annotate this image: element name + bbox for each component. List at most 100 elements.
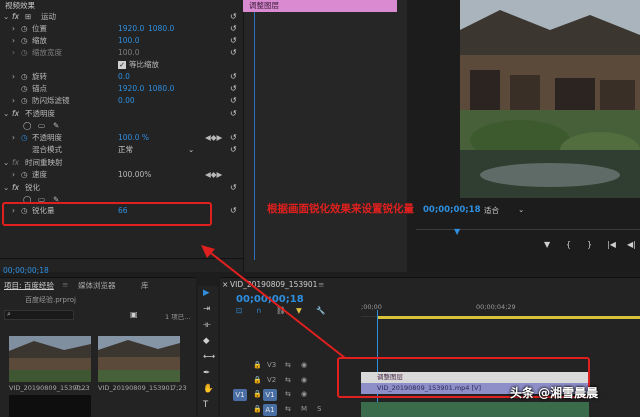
work-area-bar[interactable] bbox=[378, 316, 640, 319]
fit-select[interactable]: 适合 ⌄ bbox=[484, 205, 528, 216]
reset-icon[interactable]: ↺ bbox=[230, 95, 237, 107]
folder-icon[interactable]: ▣ bbox=[130, 310, 138, 319]
chevron-right-icon[interactable]: › bbox=[12, 23, 15, 35]
clip-thumbnail-1[interactable] bbox=[9, 336, 91, 382]
sync-icon[interactable]: ⇆ bbox=[285, 405, 291, 413]
lock-icon[interactable]: 🔒 bbox=[253, 390, 262, 398]
search-input[interactable]: ⌕ bbox=[4, 310, 74, 320]
sharpen-section[interactable]: ⌄ fx 锐化 ↺ bbox=[0, 182, 243, 194]
pen-tool-icon[interactable]: ✒ bbox=[203, 368, 210, 378]
adjustment-layer-bar[interactable]: 调整图层 bbox=[243, 0, 397, 12]
type-tool-icon[interactable]: T bbox=[203, 400, 208, 410]
audio-clip[interactable] bbox=[361, 402, 589, 417]
stopwatch-icon[interactable]: ◷ bbox=[21, 83, 28, 95]
chevron-right-icon[interactable]: › bbox=[12, 132, 15, 144]
keyframe-nav-icon[interactable]: ◀◆▶ bbox=[205, 132, 222, 144]
clip-thumbnail-2[interactable] bbox=[98, 336, 180, 382]
anchor-row: ◷ 锚点 1920.0 1080.0 ↺ bbox=[0, 83, 243, 95]
antiflicker-value[interactable]: 0.00 bbox=[118, 95, 135, 107]
effect-controls-timecode[interactable]: 00;00;00;18 bbox=[3, 266, 49, 275]
mute-icon[interactable]: M bbox=[301, 405, 307, 413]
reset-icon[interactable]: ↺ bbox=[230, 182, 237, 194]
track-header-a1: 🔒 A1 ⇆ M S bbox=[233, 402, 361, 417]
step-back-icon[interactable]: ◀| bbox=[627, 240, 636, 249]
scale-value[interactable]: 100.0 bbox=[118, 35, 139, 47]
blend-mode-select[interactable]: 正常 ⌄ bbox=[118, 144, 198, 156]
tab-overflow-icon[interactable]: ≡ bbox=[62, 280, 68, 289]
reset-icon[interactable]: ↺ bbox=[230, 83, 237, 95]
playhead-marker-icon[interactable]: ▼ bbox=[454, 227, 460, 236]
go-to-in-icon[interactable]: |◀ bbox=[607, 240, 616, 249]
expand-icon[interactable]: ⌄ bbox=[3, 182, 9, 194]
add-marker-icon[interactable]: ▼ bbox=[544, 240, 550, 249]
mark-out-icon[interactable]: } bbox=[587, 240, 592, 249]
opacity-value[interactable]: 100.0 % bbox=[118, 132, 149, 144]
expand-icon[interactable]: ⌄ bbox=[3, 11, 9, 23]
stopwatch-icon[interactable]: ◷ bbox=[21, 132, 28, 144]
rotation-value[interactable]: 0.0 bbox=[118, 71, 130, 83]
position-x-value[interactable]: 1920.0 bbox=[118, 23, 144, 35]
track-name[interactable]: A1 bbox=[263, 404, 277, 416]
expand-icon[interactable]: ⌄ bbox=[3, 157, 9, 169]
keyframe-nav-icon[interactable]: ◀◆▶ bbox=[205, 169, 222, 181]
position-y-value[interactable]: 1080.0 bbox=[148, 23, 174, 35]
ellipse-mask-icon[interactable]: ◯ bbox=[23, 120, 31, 132]
reset-icon[interactable]: ↺ bbox=[230, 35, 237, 47]
time-remap-section[interactable]: ⌄ fx 时间重映射 bbox=[0, 157, 243, 169]
mark-in-icon[interactable]: { bbox=[566, 240, 571, 249]
scale-label: 缩放 bbox=[32, 36, 47, 45]
sync-icon[interactable]: ⇆ bbox=[285, 376, 291, 384]
fx-icon[interactable]: fx bbox=[12, 108, 19, 120]
stopwatch-icon[interactable]: ◷ bbox=[21, 23, 28, 35]
reset-icon[interactable]: ↺ bbox=[230, 108, 237, 120]
tab-library[interactable]: 库 bbox=[141, 280, 149, 291]
lock-icon[interactable]: 🔒 bbox=[253, 405, 262, 413]
reset-icon[interactable]: ↺ bbox=[230, 205, 237, 217]
clip-thumbnail-3[interactable] bbox=[9, 395, 91, 417]
program-timecode[interactable]: 00;00;00;18 bbox=[423, 205, 481, 215]
thumbnail-image bbox=[9, 336, 91, 382]
source-target-v1[interactable]: V1 bbox=[233, 389, 247, 401]
chevron-right-icon[interactable]: › bbox=[12, 71, 15, 83]
stopwatch-icon[interactable]: ◷ bbox=[21, 95, 28, 107]
pen-mask-icon[interactable]: ✎ bbox=[53, 120, 59, 132]
uniform-scale-checkbox[interactable]: ✓ bbox=[118, 61, 126, 69]
motion-section[interactable]: ⌄ fx ⊞ 运动 ↺ bbox=[0, 11, 243, 23]
stopwatch-icon[interactable]: ◷ bbox=[21, 71, 28, 83]
speed-row: › ◷ 速度 100.00% ◀◆▶ bbox=[0, 169, 243, 181]
clip1-duration: 7;23 bbox=[75, 384, 90, 392]
solo-icon[interactable]: S bbox=[317, 405, 321, 413]
hand-tool-icon[interactable]: ✋ bbox=[203, 384, 214, 394]
rectangle-mask-icon[interactable]: ▭ bbox=[38, 120, 45, 132]
eye-icon[interactable]: ◉ bbox=[301, 390, 307, 398]
fx-icon[interactable]: fx bbox=[12, 182, 19, 194]
tab-project[interactable]: 项目: 百度经验 bbox=[4, 280, 54, 291]
effect-playhead[interactable] bbox=[254, 12, 255, 260]
reset-icon[interactable]: ↺ bbox=[230, 144, 237, 156]
opacity-section[interactable]: ⌄ fx 不透明度 ↺ bbox=[0, 108, 243, 120]
lock-icon[interactable]: 🔒 bbox=[253, 376, 262, 384]
time-ruler[interactable]: ;00;00 00;00;04;29 bbox=[361, 299, 640, 317]
anchor-x-value[interactable]: 1920.0 bbox=[118, 83, 144, 95]
track-name[interactable]: V1 bbox=[263, 389, 277, 401]
reset-icon[interactable]: ↺ bbox=[230, 132, 237, 144]
chevron-right-icon[interactable]: › bbox=[12, 169, 15, 181]
reset-icon[interactable]: ↺ bbox=[230, 71, 237, 83]
reset-icon[interactable]: ↺ bbox=[230, 47, 237, 59]
chevron-right-icon[interactable]: › bbox=[12, 35, 15, 47]
mask-tools-row: ◯ ▭ ✎ bbox=[0, 120, 243, 132]
fx-icon[interactable]: fx bbox=[12, 11, 19, 23]
reset-icon[interactable]: ↺ bbox=[230, 23, 237, 35]
sync-icon[interactable]: ⇆ bbox=[285, 390, 291, 398]
motion-icon[interactable]: ⊞ bbox=[25, 11, 31, 23]
reset-icon[interactable]: ↺ bbox=[230, 11, 237, 23]
program-scrubber[interactable]: ▼ bbox=[416, 227, 640, 237]
expand-icon[interactable]: ⌄ bbox=[3, 108, 9, 120]
stopwatch-icon[interactable]: ◷ bbox=[21, 169, 28, 181]
chevron-right-icon[interactable]: › bbox=[12, 95, 15, 107]
tab-media-browser[interactable]: 媒体浏览器 bbox=[78, 280, 116, 291]
effect-panel-title: 视频效果 bbox=[5, 1, 35, 10]
anchor-y-value[interactable]: 1080.0 bbox=[148, 83, 174, 95]
stopwatch-icon[interactable]: ◷ bbox=[21, 35, 28, 47]
eye-icon[interactable]: ◉ bbox=[301, 376, 307, 384]
